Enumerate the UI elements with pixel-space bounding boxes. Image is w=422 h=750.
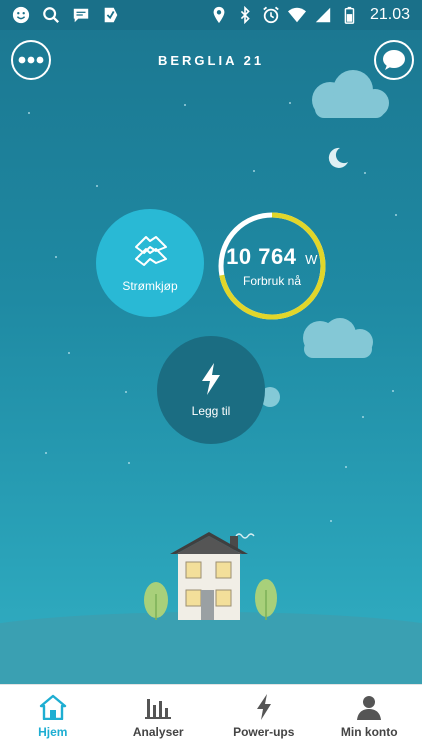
star [345, 466, 347, 468]
nav-label-min-konto: Min konto [340, 725, 398, 739]
lightning-icon [256, 694, 271, 720]
moon-icon [328, 147, 348, 168]
star [125, 391, 127, 393]
usage-value: 10 764 W [226, 244, 318, 269]
star [55, 256, 57, 258]
status-time: 21.03 [369, 6, 410, 23]
smiley-icon [12, 6, 30, 24]
signal-icon [315, 7, 331, 23]
battery-icon [344, 6, 355, 24]
house-illustration [144, 532, 277, 620]
star [128, 462, 130, 464]
star [253, 170, 255, 172]
usage-unit: W [305, 252, 318, 267]
alarm-icon [263, 6, 279, 24]
star [184, 104, 186, 106]
message-icon [73, 8, 89, 23]
location-icon [213, 6, 225, 24]
lightning-icon [202, 363, 220, 395]
status-bar: 21.03 [0, 0, 422, 30]
app-screen: 21.03 BERGLIA 21 Strømkjøp 10 764 W Forb… [0, 0, 422, 750]
star [28, 112, 30, 114]
star [364, 172, 366, 174]
home-icon [39, 694, 66, 720]
star [45, 452, 47, 454]
star [96, 185, 98, 187]
person-icon [357, 696, 382, 720]
nav-item-analyser[interactable]: Analyser [106, 685, 212, 750]
star [330, 520, 332, 522]
tag-check-icon [104, 7, 118, 23]
bar-chart-icon [145, 699, 172, 719]
cloud [312, 70, 389, 118]
star [68, 352, 70, 354]
star [392, 390, 394, 392]
usage-gauge[interactable]: 10 764 W Forbruk nå [217, 211, 327, 321]
page-title: BERGLIA 21 [157, 53, 265, 68]
stromkjop-label: Strømkjøp [122, 279, 178, 293]
nav-label-power-ups: Power-ups [233, 725, 295, 739]
add-button[interactable]: Legg til [157, 336, 265, 444]
stromkjop-button[interactable]: Strømkjøp [96, 209, 204, 317]
usage-label: Forbruk nå [242, 274, 302, 288]
bottom-nav: Hjem Analyser Power-ups Min konto [0, 684, 422, 750]
nav-item-min-konto[interactable]: Min konto [317, 685, 422, 750]
add-label: Legg til [191, 404, 231, 418]
nav-label-hjem: Hjem [38, 725, 68, 739]
bluetooth-icon [240, 6, 250, 24]
nav-item-power-ups[interactable]: Power-ups [211, 685, 317, 750]
nav-label-analyser: Analyser [132, 725, 184, 739]
star [289, 102, 291, 104]
star [362, 416, 364, 418]
nav-item-hjem[interactable]: Hjem [0, 685, 106, 750]
search-icon [43, 7, 60, 24]
wifi-icon [287, 7, 306, 23]
star [395, 214, 397, 216]
power-purchase-icon [135, 236, 167, 266]
